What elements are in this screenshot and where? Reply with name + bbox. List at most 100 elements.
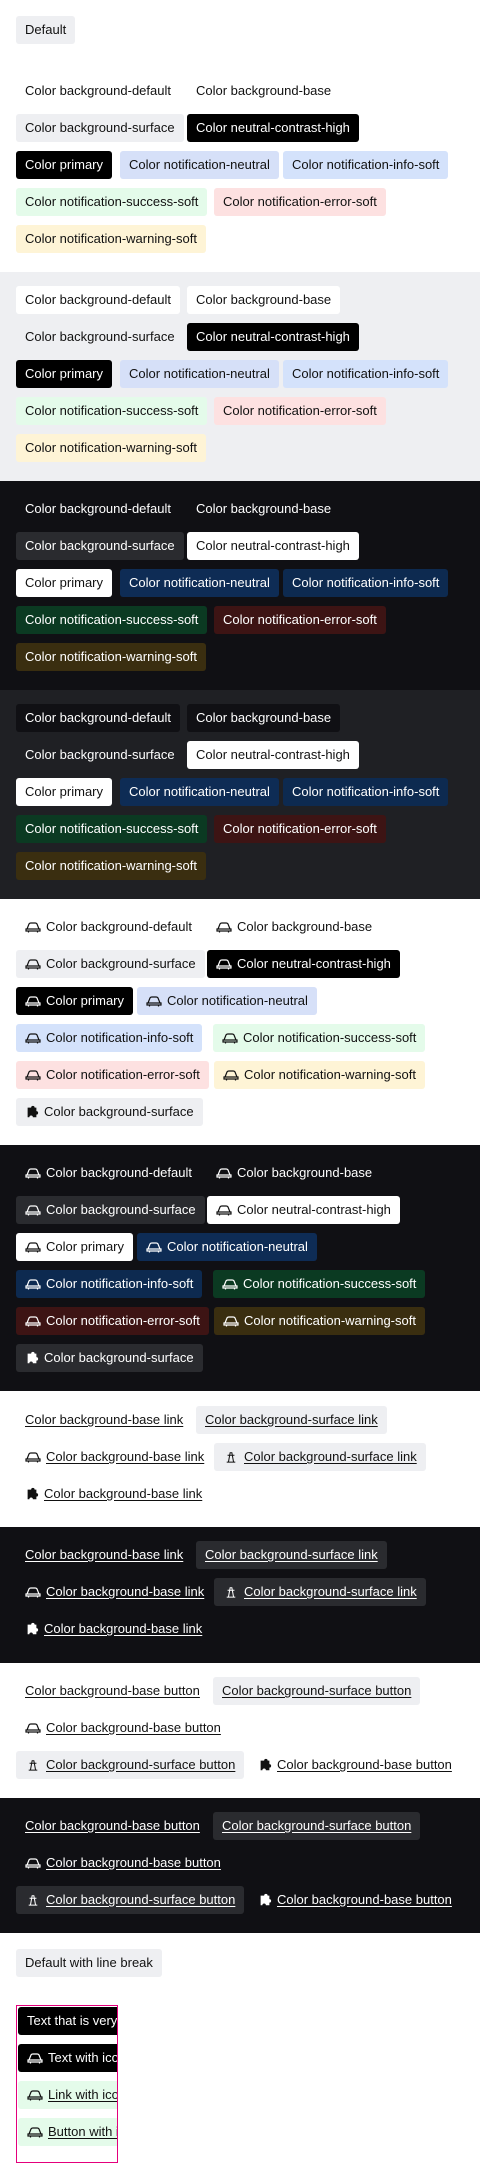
tag-label: Color notification-warning-soft: [244, 1067, 416, 1082]
icon-tag-notification-warning: Color notification-warning-soft: [214, 1307, 425, 1335]
section-links-dark: Color background-base link Color backgro…: [0, 1527, 480, 1663]
puzzle-icon: [260, 1893, 272, 1906]
link-tag-bg-surface[interactable]: Color background-surface link: [196, 1541, 387, 1569]
tag-link[interactable]: Color background-base link: [46, 1443, 204, 1471]
tag-label: Color notification-warning-soft: [25, 858, 197, 873]
tag-button-label[interactable]: Color background-base button: [277, 1886, 452, 1914]
car-icon: [216, 922, 232, 933]
icon-tag-neutral-contrast-high: Color neutral-contrast-high: [207, 950, 400, 978]
car-icon: [25, 1587, 41, 1598]
tag-button-icon[interactable]: Button with icon: [18, 2118, 117, 2146]
tag-label: Color notification-warning-soft: [25, 649, 197, 664]
tag-notification-warning: Color notification-warning-soft: [16, 434, 206, 462]
button-tag-bg-base-puzzle[interactable]: Color background-base button: [249, 1886, 461, 1914]
tag-label: Color notification-success-soft: [243, 1276, 417, 1291]
link-tag-bg-surface-icon[interactable]: Color background-surface link: [214, 1578, 426, 1606]
tag-notification-warning: Color notification-warning-soft: [16, 643, 206, 671]
link-tag-bg-base-puzzle[interactable]: Color background-base link: [16, 1480, 212, 1508]
tag-button-label[interactable]: Button with icon: [48, 2118, 117, 2146]
tag-label: Color notification-error-soft: [223, 821, 377, 836]
tag-link[interactable]: Color background-base link: [44, 1615, 202, 1643]
tag-link[interactable]: Color background-surface link: [244, 1578, 417, 1606]
link-tag-bg-base-icon[interactable]: Color background-base link: [16, 1443, 214, 1471]
tag-button-label[interactable]: Color background-base button: [25, 1677, 200, 1705]
tag-label: Color notification-success-soft: [25, 194, 199, 209]
tag-link[interactable]: Link with icon: [48, 2081, 117, 2109]
tag-label: Color notification-error-soft: [46, 1067, 200, 1082]
tag-link[interactable]: Color background-base link: [25, 1406, 183, 1434]
linebreak-label: Default with line break: [25, 1955, 153, 1970]
tag-button-label[interactable]: Color background-base button: [25, 1812, 200, 1840]
car-icon: [25, 1033, 41, 1044]
tag-link[interactable]: Color background-base link: [25, 1541, 183, 1569]
tag-button-label[interactable]: Color background-base button: [46, 1849, 221, 1877]
tag-button-label[interactable]: Color background-surface button: [46, 1751, 235, 1779]
car-icon: [222, 1033, 238, 1044]
tag-notification-success: Color notification-success-soft: [16, 815, 208, 843]
tag-neutral-contrast-high: Color neutral-contrast-high: [187, 114, 359, 142]
tag-button-label[interactable]: Color background-surface button: [46, 1886, 235, 1914]
tag-label: Color neutral-contrast-high: [196, 120, 350, 135]
car-icon: [216, 1205, 232, 1216]
tag-bg-surface: Color background-surface: [16, 741, 184, 769]
button-tag-bg-base-puzzle[interactable]: Color background-base button: [249, 1751, 461, 1779]
tag-bg-default: Color background-default: [16, 704, 180, 732]
button-tag-bg-surface-icon[interactable]: Color background-surface button: [16, 1751, 245, 1779]
tag-bg-base: Color background-base: [187, 286, 341, 314]
button-tag-bg-surface[interactable]: Color background-surface button: [213, 1677, 421, 1705]
link-tag-bg-surface[interactable]: Color background-surface link: [196, 1406, 387, 1434]
icon-tag-bg-base: Color background-base: [207, 1159, 382, 1187]
button-tag-bg-surface[interactable]: Color background-surface button: [213, 1812, 421, 1840]
button-tag-bg-base-icon[interactable]: Color background-base button: [16, 1714, 230, 1742]
car-icon: [146, 1242, 162, 1253]
button-tag-bg-surface-icon[interactable]: Color background-surface button: [16, 1886, 245, 1914]
icon-tag-bg-surface-puzzle: Color background-surface: [16, 1098, 203, 1126]
tag-label: Color notification-success-soft: [25, 612, 199, 627]
tag-bg-default: Color background-default: [16, 77, 180, 105]
tag-label: Color notification-neutral: [129, 575, 270, 590]
tag-link-icon[interactable]: Link with icon: [18, 2081, 117, 2109]
link-tag-bg-base-icon[interactable]: Color background-base link: [16, 1578, 214, 1606]
tag-button-label[interactable]: Color background-base button: [46, 1714, 221, 1742]
tag-link[interactable]: Color background-surface link: [205, 1541, 378, 1569]
icon-tag-bg-default: Color background-default: [16, 1159, 201, 1187]
tag-button-label[interactable]: Color background-surface button: [222, 1677, 411, 1705]
tag-label: Color notification-info-soft: [292, 784, 440, 799]
section-dark: Color background-default Color backgroun…: [0, 481, 480, 690]
puzzle-icon: [27, 1622, 39, 1635]
button-tag-bg-base[interactable]: Color background-base button: [16, 1677, 209, 1705]
button-tag-bg-base-icon[interactable]: Color background-base button: [16, 1849, 230, 1877]
tag-button-label[interactable]: Color background-base button: [277, 1751, 452, 1779]
section-buttons-light: Color background-base button Color backg…: [0, 1663, 480, 1798]
icon-tag-neutral-contrast-high: Color neutral-contrast-high: [207, 1196, 400, 1224]
section-dark-alt: Color background-default Color backgroun…: [0, 690, 480, 899]
default-tag: Default: [16, 16, 76, 44]
tag-link[interactable]: Color background-base link: [46, 1578, 204, 1606]
tag-notification-warning: Color notification-warning-soft: [16, 225, 206, 253]
tag-link[interactable]: Color background-surface link: [244, 1443, 417, 1471]
section-links-light: Color background-base link Color backgro…: [0, 1391, 480, 1527]
tag-long-text: Text that is very long and wraps: [18, 2007, 117, 2035]
tag-link[interactable]: Color background-base link: [44, 1480, 202, 1508]
link-tag-bg-base-puzzle[interactable]: Color background-base link: [16, 1615, 212, 1643]
section-buttons-dark: Color background-base button Color backg…: [0, 1798, 480, 1933]
link-tag-bg-surface-icon[interactable]: Color background-surface link: [214, 1443, 426, 1471]
link-tag-bg-base[interactable]: Color background-base link: [16, 1406, 193, 1434]
tag-label: Color notification-info-soft: [46, 1030, 194, 1045]
tag-button-label[interactable]: Color background-surface button: [222, 1812, 411, 1840]
puzzle-icon: [27, 1487, 39, 1500]
icon-tag-notification-neutral: Color notification-neutral: [137, 987, 317, 1015]
tag-label: Color neutral-contrast-high: [196, 329, 350, 344]
puzzle-icon: [27, 1105, 39, 1118]
icon-tag-notification-info: Color notification-info-soft: [16, 1024, 203, 1052]
tag-label: Color primary: [25, 575, 104, 590]
tag-link[interactable]: Color background-surface link: [205, 1406, 378, 1434]
tag-notification-success: Color notification-success-soft: [16, 606, 208, 634]
default-tag-label: Default: [25, 22, 67, 37]
tag-label: Color background-default: [25, 501, 171, 516]
button-tag-bg-base[interactable]: Color background-base button: [16, 1812, 209, 1840]
link-tag-bg-base[interactable]: Color background-base link: [16, 1541, 193, 1569]
section-surface-light: Color background-default Color backgroun…: [0, 272, 480, 481]
tag-label: Color notification-info-soft: [292, 575, 440, 590]
tag-notification-neutral: Color notification-neutral: [120, 151, 279, 179]
